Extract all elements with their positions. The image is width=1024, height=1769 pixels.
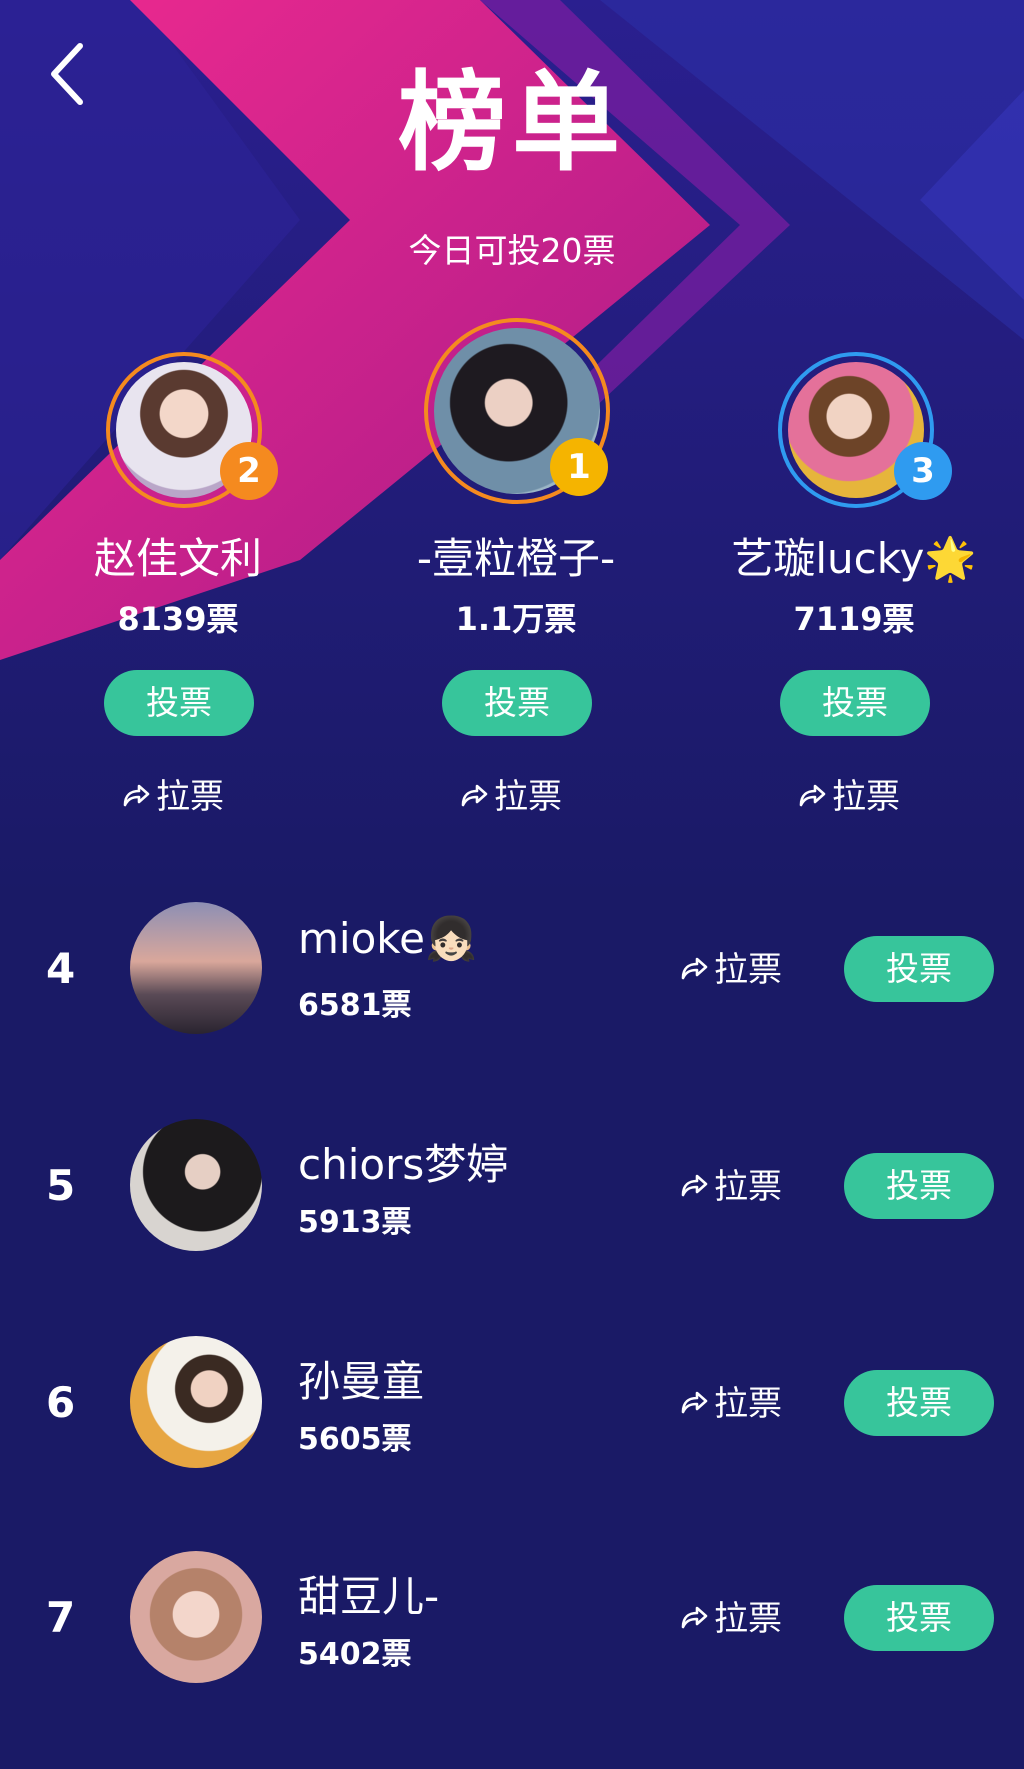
canvass-button[interactable]: 拉票 bbox=[798, 772, 900, 822]
vote-count: 7119票 bbox=[793, 600, 915, 638]
contestant-name: 赵佳文利 bbox=[93, 534, 262, 583]
rank-number: 7 bbox=[46, 1593, 76, 1642]
podium-item-rank-1: 1 -壹粒橙子- 1.1万票 投票 拉票 bbox=[366, 318, 666, 820]
contestant-name: mioke👧🏻 bbox=[298, 914, 478, 963]
vote-count: 5402票 bbox=[298, 1637, 412, 1672]
vote-button[interactable]: 投票 bbox=[844, 1585, 994, 1651]
avatar bbox=[130, 1336, 262, 1468]
rank-number: 6 bbox=[46, 1378, 76, 1427]
vote-button[interactable]: 投票 bbox=[442, 670, 592, 736]
canvass-button[interactable]: 拉票 bbox=[680, 1594, 782, 1644]
canvass-button[interactable]: 拉票 bbox=[122, 772, 224, 822]
share-arrow-icon bbox=[461, 784, 488, 806]
rank-number: 5 bbox=[46, 1161, 76, 1210]
rank-number: 4 bbox=[46, 944, 76, 993]
rank-badge: 1 bbox=[550, 438, 608, 496]
vote-count: 5913票 bbox=[298, 1205, 412, 1240]
contestant-name: -壹粒橙子- bbox=[416, 534, 616, 583]
canvass-label: 拉票 bbox=[714, 1599, 782, 1639]
rank-badge: 3 bbox=[894, 442, 952, 500]
vote-count: 8139票 bbox=[117, 600, 239, 638]
share-arrow-icon bbox=[681, 957, 708, 979]
canvass-button[interactable]: 拉票 bbox=[680, 1162, 782, 1212]
back-button[interactable] bbox=[40, 38, 100, 108]
share-arrow-icon bbox=[799, 784, 826, 806]
canvass-label: 拉票 bbox=[494, 777, 562, 817]
contestant-name: 孙曼童 bbox=[298, 1357, 425, 1406]
canvass-label: 拉票 bbox=[714, 950, 782, 990]
vote-count: 6581票 bbox=[298, 988, 412, 1023]
vote-button[interactable]: 投票 bbox=[844, 1153, 994, 1219]
contestant-name: 艺璇lucky🌟 bbox=[731, 534, 977, 583]
podium-item-rank-2: 2 赵佳文利 8139票 投票 拉票 bbox=[28, 350, 328, 820]
list-item[interactable]: 5 chiors梦婷 5913票 拉票 投票 bbox=[0, 1117, 1024, 1257]
vote-button[interactable]: 投票 bbox=[844, 936, 994, 1002]
rank-badge: 2 bbox=[220, 442, 278, 500]
canvass-label: 拉票 bbox=[714, 1384, 782, 1424]
star-emoji: 🌟 bbox=[924, 534, 977, 583]
list-item[interactable]: 7 甜豆儿- 5402票 拉票 投票 bbox=[0, 1549, 1024, 1689]
avatar bbox=[130, 902, 262, 1034]
canvass-button[interactable]: 拉票 bbox=[460, 772, 562, 822]
canvass-label: 拉票 bbox=[714, 1167, 782, 1207]
vote-count: 1.1万票 bbox=[455, 600, 577, 638]
daily-vote-quota: 今日可投20票 bbox=[408, 231, 616, 270]
share-arrow-icon bbox=[681, 1174, 708, 1196]
vote-button[interactable]: 投票 bbox=[104, 670, 254, 736]
back-arrow-icon bbox=[51, 43, 83, 105]
avatar bbox=[130, 1119, 262, 1251]
canvass-label: 拉票 bbox=[156, 777, 224, 817]
podium-item-rank-3: 3 艺璇lucky🌟 7119票 投票 拉票 bbox=[704, 350, 1004, 820]
girl-emoji: 👧🏻 bbox=[424, 914, 478, 963]
list-item[interactable]: 6 孙曼童 5605票 拉票 投票 bbox=[0, 1334, 1024, 1474]
share-arrow-icon bbox=[681, 1391, 708, 1413]
vote-button[interactable]: 投票 bbox=[844, 1370, 994, 1436]
contestant-name: chiors梦婷 bbox=[298, 1140, 509, 1189]
share-arrow-icon bbox=[123, 784, 150, 806]
share-arrow-icon bbox=[681, 1606, 708, 1628]
contestant-name: 甜豆儿- bbox=[298, 1572, 440, 1621]
list-item[interactable]: 4 mioke👧🏻 6581票 拉票 投票 bbox=[0, 900, 1024, 1040]
vote-count: 5605票 bbox=[298, 1422, 412, 1457]
page-title: 榜单 bbox=[397, 61, 626, 186]
vote-button[interactable]: 投票 bbox=[780, 670, 930, 736]
avatar bbox=[130, 1551, 262, 1683]
canvass-label: 拉票 bbox=[832, 777, 900, 817]
canvass-button[interactable]: 拉票 bbox=[680, 945, 782, 995]
canvass-button[interactable]: 拉票 bbox=[680, 1379, 782, 1429]
